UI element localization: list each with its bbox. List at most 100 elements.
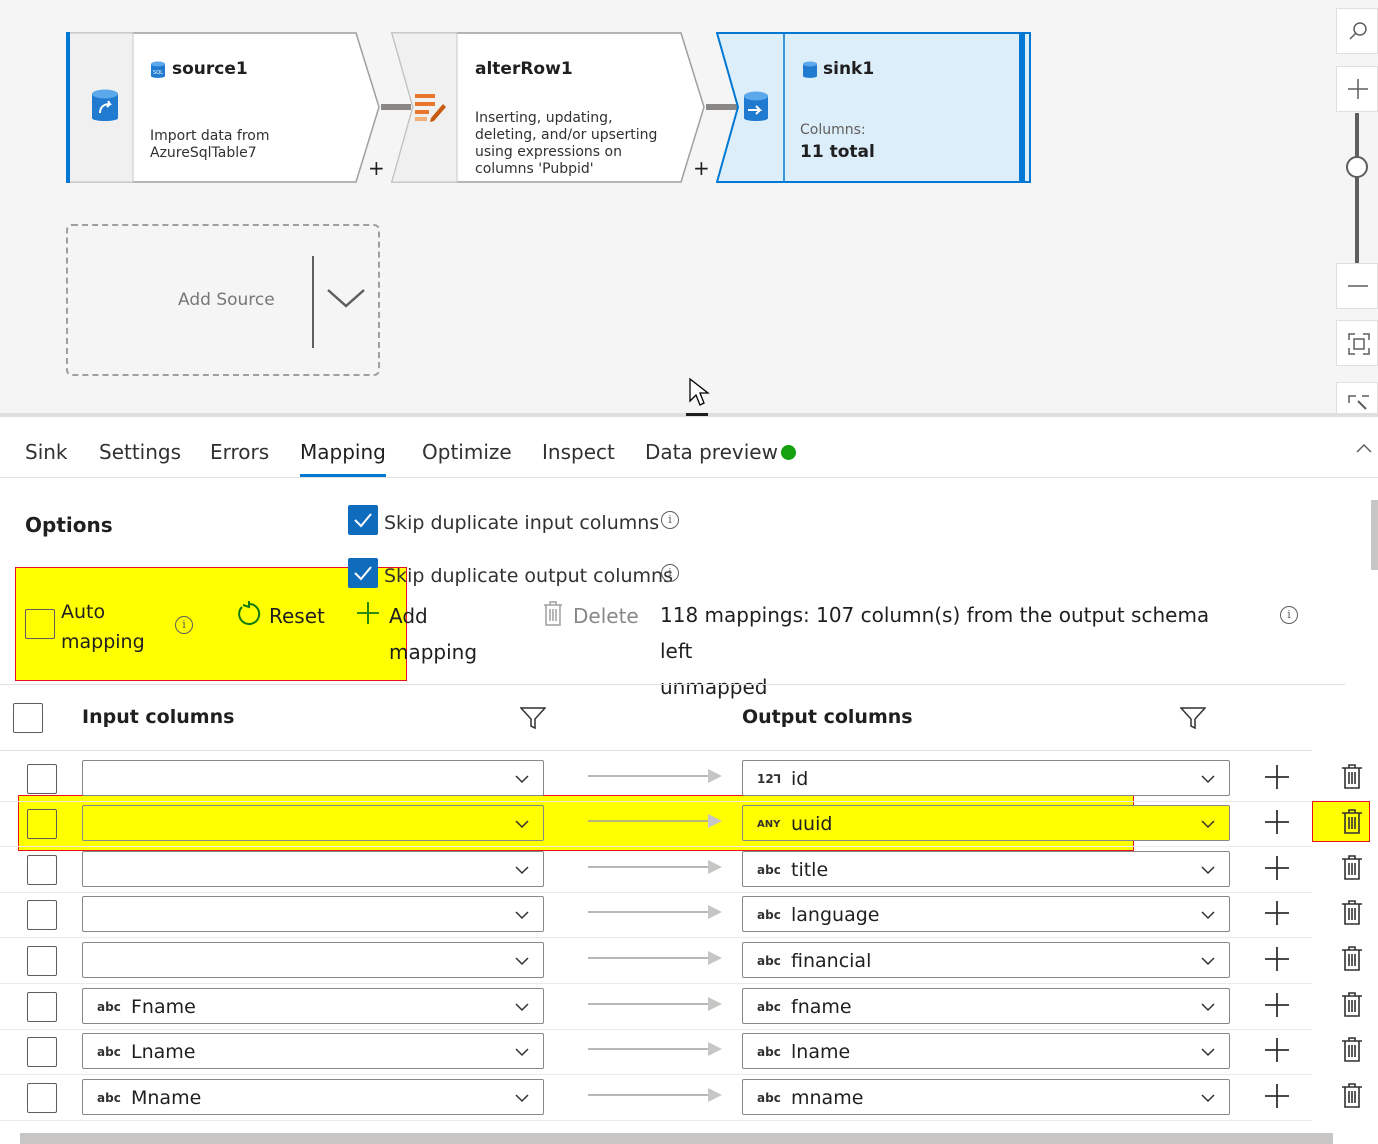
input-column-select[interactable] [82, 942, 544, 978]
input-column-select[interactable] [82, 896, 544, 932]
add-row-icon[interactable] [1264, 900, 1290, 926]
chevron-down-icon[interactable] [515, 1047, 529, 1057]
output-column-select[interactable]: ANY uuid [742, 805, 1230, 841]
chevron-down-icon[interactable] [1201, 956, 1215, 966]
tab-sink[interactable]: Sink [25, 440, 68, 464]
chevron-down-icon[interactable] [1201, 865, 1215, 875]
zoom-slider-thumb[interactable] [1346, 156, 1368, 178]
chevron-down-icon[interactable] [1201, 774, 1215, 784]
row-checkbox[interactable] [27, 1037, 57, 1067]
row-checkbox[interactable] [27, 764, 57, 794]
chevron-up-icon[interactable] [1356, 442, 1372, 454]
filter-icon[interactable] [520, 706, 546, 730]
auto-align-button[interactable] [1336, 382, 1378, 413]
horizontal-scrollbar[interactable] [20, 1133, 1333, 1144]
info-icon[interactable]: i [661, 511, 679, 529]
output-column-select[interactable]: abc lname [742, 1033, 1230, 1069]
delete-button[interactable]: Delete [573, 598, 639, 634]
node-alterrow1[interactable]: alterRow1 Inserting, updating, deleting,… [391, 32, 707, 183]
chevron-down-icon[interactable] [326, 286, 366, 310]
input-column-select[interactable]: abc Mname [82, 1079, 544, 1115]
trash-icon[interactable] [1341, 1037, 1363, 1063]
zoom-out-button[interactable] [1336, 263, 1378, 309]
node-source1[interactable]: SQL source1 Import data from AzureSqlTab… [66, 32, 381, 183]
add-row-icon[interactable] [1264, 946, 1290, 972]
row-checkbox[interactable] [27, 809, 57, 839]
reset-button[interactable]: Reset [269, 598, 325, 634]
input-column-select[interactable] [82, 805, 544, 841]
input-column-select[interactable] [82, 851, 544, 887]
add-row-icon[interactable] [1264, 1083, 1290, 1109]
trash-icon[interactable] [1341, 946, 1363, 972]
chevron-down-icon[interactable] [515, 910, 529, 920]
input-column-select[interactable] [82, 760, 544, 796]
add-mapping-button[interactable]: Add mapping [389, 598, 477, 670]
output-column-select[interactable]: abc language [742, 896, 1230, 932]
row-checkbox[interactable] [27, 992, 57, 1022]
node-description: Inserting, updating, deleting, and/or up… [475, 110, 658, 177]
data-flow-canvas[interactable]: SQL source1 Import data from AzureSqlTab… [0, 0, 1378, 413]
tab-data-preview[interactable]: Data preview [645, 440, 778, 464]
row-checkbox[interactable] [27, 946, 57, 976]
output-column-select[interactable]: abc financial [742, 942, 1230, 978]
filter-icon[interactable] [1180, 706, 1206, 730]
output-column-select[interactable]: abc title [742, 851, 1230, 887]
trash-icon[interactable] [1341, 992, 1363, 1018]
chevron-down-icon[interactable] [1201, 819, 1215, 829]
node-sink1[interactable]: sink1 Columns: 11 total [716, 32, 1032, 183]
info-icon[interactable]: i [661, 564, 679, 582]
chevron-down-icon[interactable] [1201, 1047, 1215, 1057]
trash-icon[interactable] [1341, 809, 1363, 835]
info-icon[interactable]: i [1280, 606, 1298, 624]
arrow-right-icon [588, 814, 722, 828]
trash-icon[interactable] [1341, 855, 1363, 881]
select-all-checkbox[interactable] [13, 703, 43, 733]
sql-database-icon [90, 88, 120, 128]
fit-to-screen-button[interactable] [1336, 320, 1378, 366]
info-icon[interactable]: i [175, 616, 193, 634]
canvas-search-button[interactable] [1336, 8, 1378, 54]
add-transform-button[interactable]: + [693, 158, 710, 178]
add-row-icon[interactable] [1264, 1037, 1290, 1063]
add-row-icon[interactable] [1264, 809, 1290, 835]
add-row-icon[interactable] [1264, 992, 1290, 1018]
output-column-select[interactable]: 12⅂ id [742, 760, 1230, 796]
chevron-down-icon[interactable] [515, 865, 529, 875]
trash-icon[interactable] [1341, 900, 1363, 926]
chevron-down-icon[interactable] [1201, 1093, 1215, 1103]
input-column-select[interactable]: abc Fname [82, 988, 544, 1024]
output-column-select[interactable]: abc mname [742, 1079, 1230, 1115]
add-row-icon[interactable] [1264, 764, 1290, 790]
trash-icon[interactable] [1341, 764, 1363, 790]
tab-optimize[interactable]: Optimize [422, 440, 512, 464]
row-checkbox[interactable] [27, 1083, 57, 1113]
tab-mapping[interactable]: Mapping [300, 440, 386, 464]
chevron-down-icon[interactable] [515, 1093, 529, 1103]
tab-inspect[interactable]: Inspect [542, 440, 615, 464]
chevron-down-icon[interactable] [515, 774, 529, 784]
add-transform-button[interactable]: + [368, 158, 385, 178]
chevron-down-icon[interactable] [515, 1002, 529, 1012]
output-column-select[interactable]: abc fname [742, 988, 1230, 1024]
chevron-down-icon[interactable] [1201, 910, 1215, 920]
vertical-scrollbar[interactable] [1371, 500, 1378, 570]
chevron-down-icon[interactable] [515, 819, 529, 829]
skip-duplicate-output-checkbox[interactable] [348, 558, 378, 588]
zoom-in-button[interactable] [1336, 66, 1378, 112]
row-checkbox[interactable] [27, 855, 57, 885]
tab-errors[interactable]: Errors [210, 440, 269, 464]
add-row-icon[interactable] [1264, 855, 1290, 881]
zoom-slider-track[interactable] [1355, 113, 1359, 263]
skip-duplicate-input-checkbox[interactable] [348, 505, 378, 535]
splitter-handle[interactable] [686, 413, 708, 416]
input-column-select[interactable]: abc Lname [82, 1033, 544, 1069]
chevron-down-icon[interactable] [515, 956, 529, 966]
chevron-down-icon[interactable] [1201, 1002, 1215, 1012]
row-checkbox[interactable] [27, 900, 57, 930]
trash-icon[interactable] [1341, 1083, 1363, 1109]
auto-mapping-toggle[interactable] [25, 609, 55, 639]
add-source-box[interactable]: Add Source [66, 224, 380, 376]
type-badge: abc [757, 954, 781, 968]
tab-settings[interactable]: Settings [99, 440, 181, 464]
arrow-right-icon [588, 769, 722, 783]
